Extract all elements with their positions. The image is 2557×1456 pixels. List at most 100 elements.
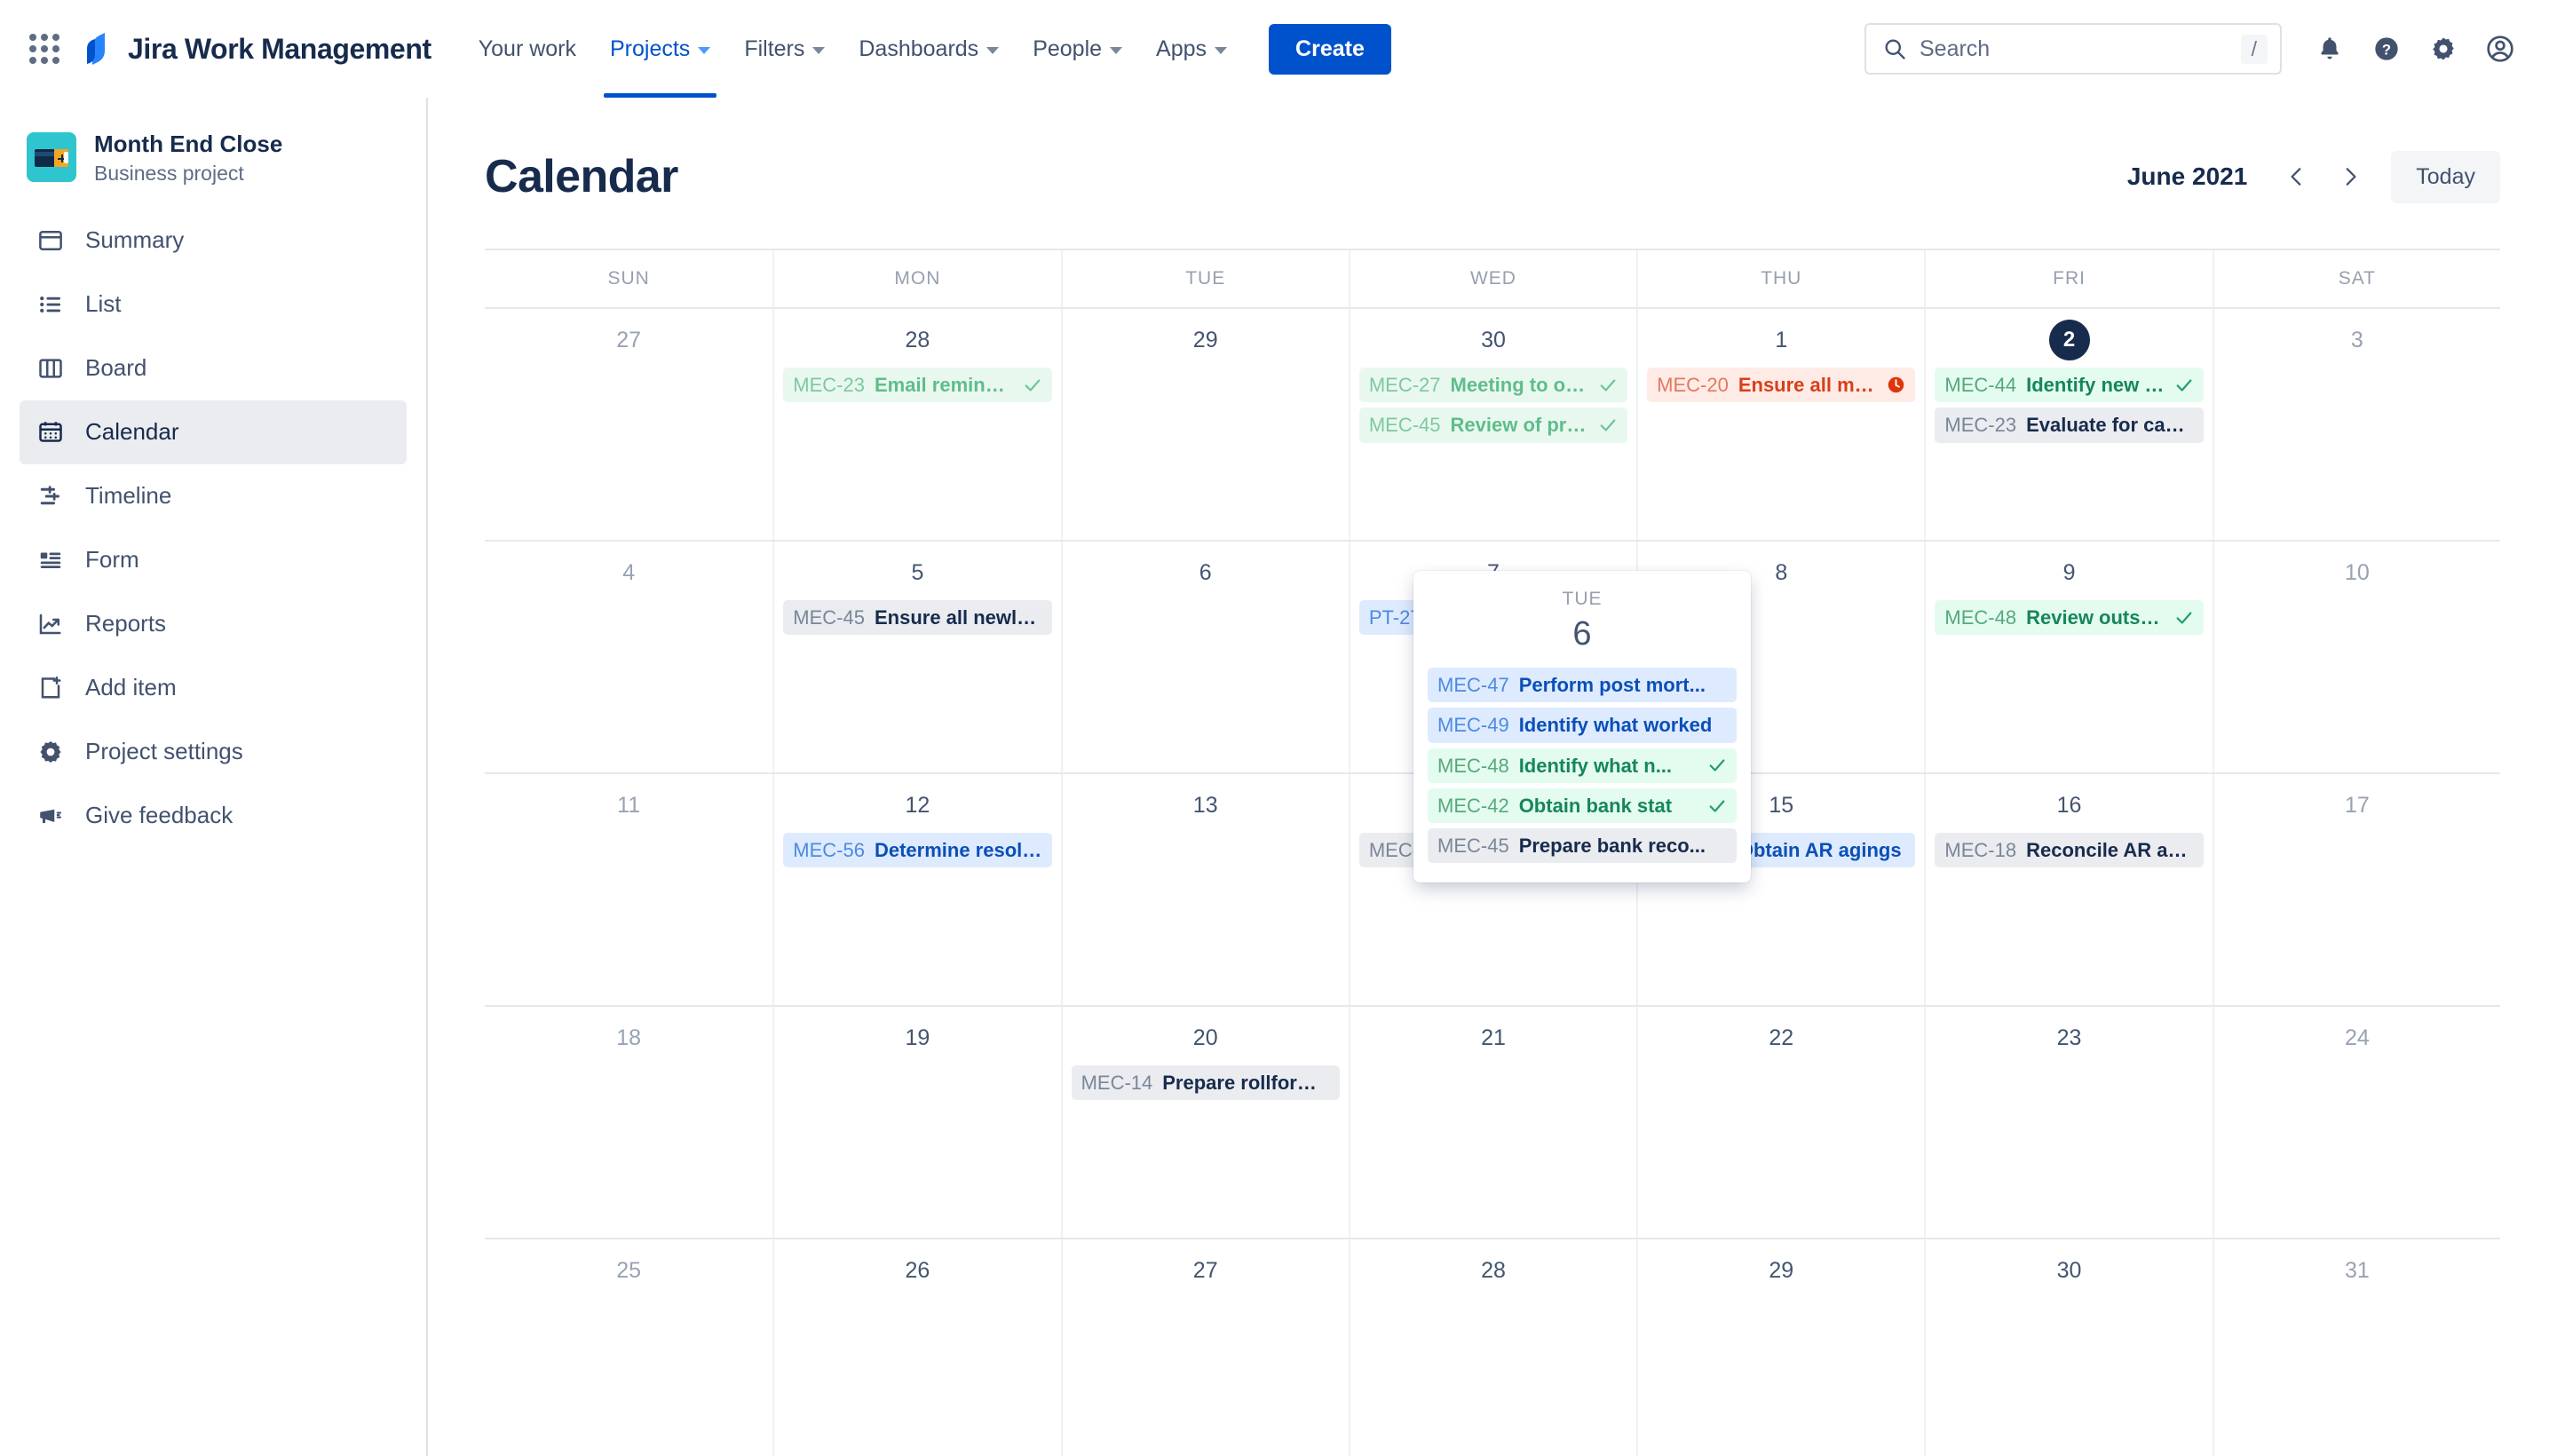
calendar-day-cell[interactable]: 3 — [2212, 309, 2500, 540]
calendar-event[interactable]: MEC-47 Perform post mort... — [1428, 668, 1737, 703]
nav-your-work[interactable]: Your work — [462, 0, 593, 98]
calendar-day-cell[interactable]: 12 MEC-56 Determine resoluti.. — [772, 774, 1060, 1005]
calendar-event[interactable]: MEC-49 Identify what worked — [1428, 708, 1737, 743]
check-icon — [2174, 376, 2194, 395]
calendar-day-cell[interactable]: 13 — [1060, 774, 1349, 1005]
calendar-day-cell[interactable]: 29 — [1636, 1239, 1924, 1456]
nav-dashboards[interactable]: Dashboards — [842, 0, 1016, 98]
calendar-day-cell[interactable]: 29 — [1060, 309, 1349, 540]
calendar-day-cell[interactable]: 10 — [2212, 542, 2500, 772]
previous-month-button[interactable] — [2272, 152, 2322, 202]
user-avatar-icon[interactable] — [2475, 24, 2525, 74]
calendar-event[interactable]: MEC-48 Review outsta... — [1935, 600, 2204, 636]
jira-logo-icon — [83, 31, 115, 67]
calendar-day-cell[interactable]: 23 — [1924, 1007, 2212, 1238]
nav-people[interactable]: People — [1016, 0, 1139, 98]
project-avatar-icon — [27, 132, 76, 183]
event-issue-key: MEC-48 — [1944, 606, 2017, 629]
calendar-event[interactable]: MEC-18 Reconcile AR agi ... — [1935, 833, 2204, 868]
calendar-day-cell[interactable]: 11 — [485, 774, 772, 1005]
calendar-day-cell[interactable]: 21 — [1348, 1007, 1636, 1238]
help-question-icon[interactable]: ? — [2362, 24, 2411, 74]
calendar-event[interactable]: MEC-44 Identify new le... — [1935, 368, 2204, 403]
calendar-day-cell[interactable]: 16 MEC-18 Reconcile AR agi ... — [1924, 774, 2212, 1005]
calendar-event[interactable]: MEC-23 Email reminder... — [783, 368, 1052, 403]
calendar-day-cell[interactable]: 19 — [772, 1007, 1060, 1238]
chevron-right-icon — [2339, 165, 2362, 188]
chevron-left-icon — [2285, 165, 2308, 188]
project-header[interactable]: Month End Close Business project — [0, 117, 426, 209]
sidebar-item-timeline[interactable]: Timeline ••• — [20, 464, 407, 528]
grid-apps-icon[interactable] — [25, 29, 64, 68]
brand-home-link[interactable]: Jira Work Management — [83, 31, 431, 67]
calendar-day-cell[interactable]: 5 MEC-45 Ensure all newly hi — [772, 542, 1060, 772]
sidebar-item-list[interactable]: List ••• — [20, 273, 407, 336]
calendar-day-cell[interactable]: 28 — [1348, 1239, 1636, 1456]
calendar-day-cell[interactable]: 18 — [485, 1007, 772, 1238]
sidebar-item-add-item[interactable]: Add item ••• — [20, 656, 407, 720]
calendar-day-cell[interactable]: 30 MEC-27 Meeting to over MEC-45 Review of p… — [1348, 309, 1636, 540]
notifications-bell-icon[interactable] — [2305, 24, 2355, 74]
nav-filters[interactable]: Filters — [727, 0, 842, 98]
sidebar-item-board[interactable]: Board ••• — [20, 336, 407, 400]
calendar-day-cell[interactable]: 26 — [772, 1239, 1060, 1456]
calendar-day-cell[interactable]: 4 — [485, 542, 772, 772]
calendar-event[interactable]: MEC-23 Evaluate for capital — [1935, 408, 2204, 443]
calendar-day-cell[interactable]: 6 — [1060, 542, 1349, 772]
reports-chart-icon — [36, 609, 66, 639]
sidebar-item-calendar[interactable]: Calendar ••• — [20, 400, 407, 464]
event-summary: Obtain bank stat — [1518, 794, 1673, 817]
calendar-day-cell[interactable]: 25 — [485, 1239, 772, 1456]
check-icon — [2174, 608, 2194, 628]
calendar-day-cell[interactable]: 17 — [2212, 774, 2500, 1005]
search-input[interactable] — [1920, 36, 2236, 62]
calendar-event[interactable]: MEC-20 Ensure all mon... — [1647, 368, 1916, 403]
nav-label: People — [1033, 36, 1103, 61]
nav-projects[interactable]: Projects — [593, 0, 727, 98]
day-detail-popup[interactable]: TUE 6 MEC-47 Perform post mort... MEC-49 Id… — [1413, 571, 1751, 883]
day-number: 26 — [905, 1258, 930, 1283]
calendar-event[interactable]: MEC-56 Determine resoluti.. — [783, 833, 1052, 868]
calendar-day-cell[interactable]: 22 — [1636, 1007, 1924, 1238]
search-box[interactable]: / — [1864, 23, 2282, 75]
create-button[interactable]: Create — [1269, 23, 1391, 75]
event-issue-key: MEC-18 — [1944, 839, 2017, 861]
calendar-event[interactable]: MEC-27 Meeting to over — [1358, 368, 1628, 403]
popup-day-of-week: TUE — [1562, 589, 1603, 609]
event-summary: Prepare rollforward — [1162, 1072, 1330, 1094]
calendar-event[interactable]: MEC-48 Identify what n... — [1428, 748, 1737, 783]
today-button[interactable]: Today — [2391, 150, 2500, 203]
calendar-event[interactable]: MEC-45 Prepare bank reco... — [1428, 828, 1737, 864]
calendar-day-cell[interactable]: 1 MEC-20 Ensure all mon... — [1636, 309, 1924, 540]
calendar-day-cell[interactable]: 9 MEC-48 Review outsta... — [1924, 542, 2212, 772]
calendar-event[interactable]: MEC-42 Obtain bank stat — [1428, 787, 1737, 824]
calendar-day-cell[interactable]: 2 MEC-44 Identify new le... MEC-23 Evaluate … — [1924, 309, 2212, 540]
event-summary: Review of prelim — [1450, 414, 1589, 437]
calendar-week-row: 18 19 20 MEC-14 Prepare rollforward 21 22 23 24 — [485, 1007, 2500, 1239]
calendar-day-cell[interactable]: 24 — [2212, 1007, 2500, 1238]
search-icon — [1882, 36, 1907, 61]
event-summary: Identify what n... — [1518, 754, 1673, 777]
sidebar-item-project-settings[interactable]: Project settings ••• — [20, 720, 407, 784]
sidebar-item-reports[interactable]: Reports ••• — [20, 592, 407, 656]
calendar-day-cell[interactable]: 31 — [2212, 1239, 2500, 1456]
next-month-button[interactable] — [2325, 152, 2375, 202]
calendar-event[interactable]: MEC-45 Review of prelim — [1358, 408, 1628, 443]
sidebar-item-label: Give feedback — [85, 802, 234, 828]
settings-gear-icon[interactable] — [2418, 24, 2468, 74]
sidebar-item-summary[interactable]: Summary ••• — [20, 209, 407, 273]
calendar-event[interactable]: MEC-14 Prepare rollforward — [1071, 1065, 1340, 1101]
day-number: 1 — [1775, 328, 1788, 352]
sidebar-item-form[interactable]: Form ••• — [20, 528, 407, 592]
calendar-event[interactable]: MEC-45 Ensure all newly hi — [783, 600, 1052, 636]
day-number: 31 — [2344, 1258, 2370, 1283]
day-number: 11 — [617, 793, 641, 818]
chevron-down-icon — [1110, 46, 1123, 54]
calendar-day-cell[interactable]: 28 MEC-23 Email reminder... — [772, 309, 1060, 540]
nav-apps[interactable]: Apps — [1139, 0, 1244, 98]
calendar-day-cell[interactable]: 27 — [485, 309, 772, 540]
calendar-day-cell[interactable]: 20 MEC-14 Prepare rollforward — [1060, 1007, 1349, 1238]
calendar-day-cell[interactable]: 27 — [1060, 1239, 1349, 1456]
calendar-day-cell[interactable]: 30 — [1924, 1239, 2212, 1456]
sidebar-item-give-feedback[interactable]: Give feedback ••• — [20, 784, 407, 848]
